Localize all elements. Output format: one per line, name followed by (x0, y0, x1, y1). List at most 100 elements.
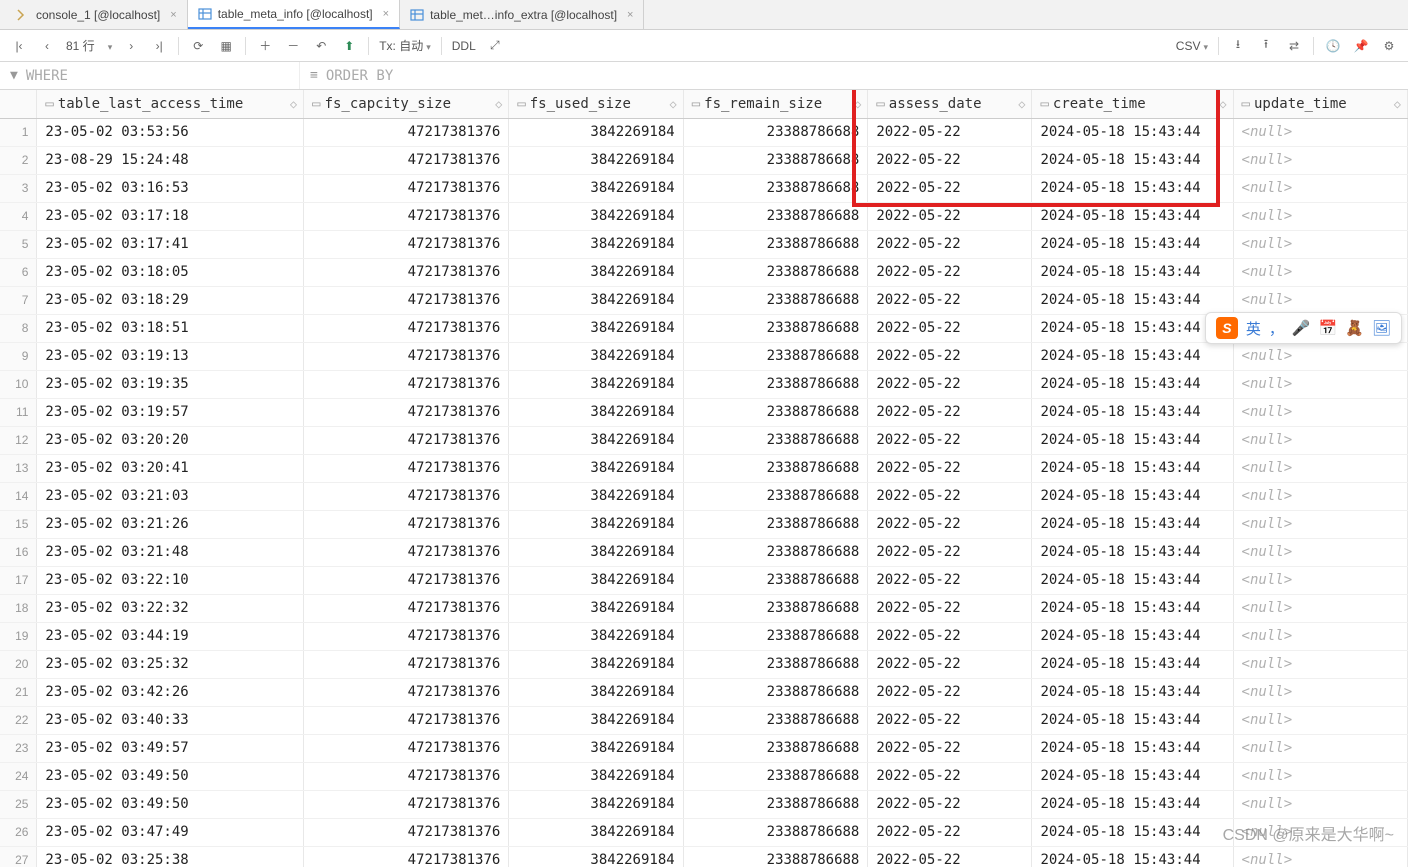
cell[interactable]: 2024-05-18 15:43:44 (1032, 566, 1233, 594)
cell[interactable]: 2024-05-18 15:43:44 (1032, 314, 1233, 342)
cell[interactable]: 47217381376 (304, 146, 509, 174)
cell[interactable]: 3842269184 (509, 566, 683, 594)
cell[interactable]: 2022-05-22 (868, 146, 1032, 174)
cell[interactable]: <null> (1233, 594, 1407, 622)
cell[interactable]: <null> (1233, 342, 1407, 370)
cell[interactable]: 2022-05-22 (868, 482, 1032, 510)
ime-emoji-icon[interactable]: 🧸 (1345, 319, 1364, 337)
cell[interactable]: <null> (1233, 706, 1407, 734)
cell[interactable]: <null> (1233, 146, 1407, 174)
cell[interactable]: 23388786688 (683, 706, 868, 734)
cell[interactable]: 2024-05-18 15:43:44 (1032, 482, 1233, 510)
cell[interactable]: 3842269184 (509, 594, 683, 622)
cell[interactable]: 23388786688 (683, 846, 868, 867)
tab-2[interactable]: table_met…info_extra [@localhost]× (400, 0, 644, 29)
table-row[interactable]: 123-05-02 03:53:564721738137638422691842… (0, 118, 1408, 146)
ddl-button[interactable]: DDL (450, 39, 478, 53)
cell[interactable]: 23-05-02 03:40:33 (37, 706, 304, 734)
cell[interactable]: 3842269184 (509, 622, 683, 650)
table-row[interactable]: 1423-05-02 03:21:03472173813763842269184… (0, 482, 1408, 510)
cell[interactable]: 3842269184 (509, 258, 683, 286)
cell[interactable]: 23388786688 (683, 622, 868, 650)
cell[interactable]: 2022-05-22 (868, 342, 1032, 370)
cell[interactable]: 47217381376 (304, 482, 509, 510)
cell[interactable]: 2024-05-18 15:43:44 (1032, 622, 1233, 650)
cell[interactable]: 23388786688 (683, 482, 868, 510)
cell[interactable]: 47217381376 (304, 370, 509, 398)
cell[interactable]: <null> (1233, 566, 1407, 594)
close-icon[interactable]: × (383, 8, 389, 20)
cell[interactable]: 3842269184 (509, 286, 683, 314)
cell[interactable]: <null> (1233, 398, 1407, 426)
ime-toolbar[interactable]: S 英 ， 🎤 📅 🧸 🖼 (1205, 312, 1402, 344)
cell[interactable]: 2024-05-18 15:43:44 (1032, 174, 1233, 202)
cell[interactable]: 47217381376 (304, 286, 509, 314)
upload-button[interactable]: ⭱ (1255, 35, 1277, 57)
cell[interactable]: 3842269184 (509, 174, 683, 202)
cell[interactable]: 23-05-02 03:22:32 (37, 594, 304, 622)
cell[interactable]: <null> (1233, 622, 1407, 650)
cell[interactable]: 23-05-02 03:19:35 (37, 370, 304, 398)
cell[interactable]: 2022-05-22 (868, 258, 1032, 286)
table-row[interactable]: 1623-05-02 03:21:48472173813763842269184… (0, 538, 1408, 566)
table-row[interactable]: 223-08-29 15:24:484721738137638422691842… (0, 146, 1408, 174)
table-row[interactable]: 1323-05-02 03:20:41472173813763842269184… (0, 454, 1408, 482)
cell[interactable]: 23388786688 (683, 594, 868, 622)
cell[interactable]: 47217381376 (304, 118, 509, 146)
cell[interactable]: 2022-05-22 (868, 510, 1032, 538)
cell[interactable]: 2022-05-22 (868, 118, 1032, 146)
prev-page-button[interactable]: ‹ (36, 35, 58, 57)
cell[interactable]: 3842269184 (509, 790, 683, 818)
cell[interactable]: 23388786688 (683, 818, 868, 846)
cell[interactable]: 2022-05-22 (868, 174, 1032, 202)
cell[interactable]: 2022-05-22 (868, 790, 1032, 818)
cell[interactable]: 3842269184 (509, 706, 683, 734)
cell[interactable]: 23-05-02 03:49:50 (37, 762, 304, 790)
cell[interactable]: 3842269184 (509, 202, 683, 230)
cell[interactable]: <null> (1233, 118, 1407, 146)
export-format-dropdown[interactable]: CSV (1174, 39, 1210, 53)
ime-keyboard-icon[interactable]: 📅 (1319, 319, 1338, 337)
cell[interactable]: 2024-05-18 15:43:44 (1032, 818, 1233, 846)
cell[interactable]: 47217381376 (304, 762, 509, 790)
column-header-create_time[interactable]: ▭create_time◇ (1032, 90, 1233, 118)
cell[interactable]: 47217381376 (304, 426, 509, 454)
cell[interactable]: 2024-05-18 15:43:44 (1032, 118, 1233, 146)
cell[interactable]: 3842269184 (509, 146, 683, 174)
cell[interactable]: 3842269184 (509, 370, 683, 398)
add-row-button[interactable]: ＋ (254, 35, 276, 57)
tab-1[interactable]: table_meta_info [@localhost]× (188, 0, 400, 29)
where-filter[interactable]: ▼ WHERE (0, 62, 300, 89)
cell[interactable]: 23-05-02 03:49:57 (37, 734, 304, 762)
cell[interactable]: 3842269184 (509, 650, 683, 678)
cell[interactable]: <null> (1233, 790, 1407, 818)
table-row[interactable]: 323-05-02 03:16:534721738137638422691842… (0, 174, 1408, 202)
cell[interactable]: 47217381376 (304, 790, 509, 818)
cell[interactable]: 47217381376 (304, 454, 509, 482)
cell[interactable]: 2022-05-22 (868, 818, 1032, 846)
cell[interactable]: 3842269184 (509, 510, 683, 538)
cell[interactable]: 23-08-29 15:24:48 (37, 146, 304, 174)
table-row[interactable]: 2723-05-02 03:25:38472173813763842269184… (0, 846, 1408, 867)
cell[interactable]: 2022-05-22 (868, 230, 1032, 258)
cell[interactable]: 23388786688 (683, 258, 868, 286)
cell[interactable]: 23-05-02 03:53:56 (37, 118, 304, 146)
tab-0[interactable]: console_1 [@localhost]× (6, 0, 188, 29)
cell[interactable]: <null> (1233, 426, 1407, 454)
cell[interactable]: 23-05-02 03:42:26 (37, 678, 304, 706)
compare-button[interactable]: ⇄ (1283, 35, 1305, 57)
cell[interactable]: 47217381376 (304, 706, 509, 734)
cell[interactable]: 2024-05-18 15:43:44 (1032, 846, 1233, 867)
cell[interactable]: 23-05-02 03:19:57 (37, 398, 304, 426)
table-row[interactable]: 1823-05-02 03:22:32472173813763842269184… (0, 594, 1408, 622)
cell[interactable]: 3842269184 (509, 426, 683, 454)
cell[interactable]: <null> (1233, 678, 1407, 706)
cell[interactable]: 2024-05-18 15:43:44 (1032, 454, 1233, 482)
settings-button[interactable]: ⚙ (1378, 35, 1400, 57)
cell[interactable]: <null> (1233, 286, 1407, 314)
table-row[interactable]: 1523-05-02 03:21:26472173813763842269184… (0, 510, 1408, 538)
cell[interactable]: <null> (1233, 538, 1407, 566)
cell[interactable]: 23-05-02 03:17:41 (37, 230, 304, 258)
cell[interactable]: 3842269184 (509, 818, 683, 846)
cell[interactable]: <null> (1233, 510, 1407, 538)
